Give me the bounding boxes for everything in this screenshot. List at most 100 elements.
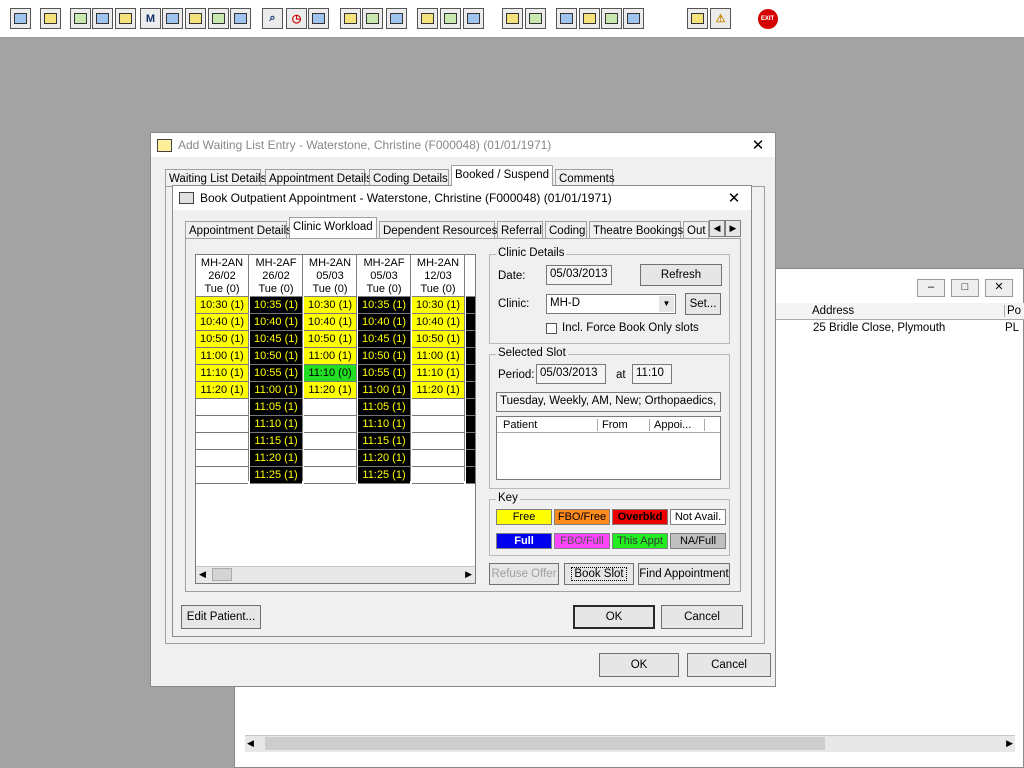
slot-cell[interactable]: 1 — [466, 331, 475, 348]
slot-cell[interactable]: 10:45 (1) — [358, 331, 410, 348]
bg-horizontal-scrollbar[interactable]: ◀ ▶ — [245, 735, 1015, 752]
slot-cell[interactable]: 10:30 (1) — [304, 297, 356, 314]
slot-cell[interactable]: 11:00 (1) — [304, 348, 356, 365]
exit-icon[interactable]: EXIT — [757, 8, 778, 29]
scroll-right-icon[interactable]: ▶ — [465, 569, 472, 580]
column-header[interactable]: MH-2AF 05/03 Tue (0) — [358, 255, 410, 297]
slot-cell[interactable] — [412, 450, 464, 467]
bar-chart-icon[interactable] — [525, 8, 546, 29]
column-header-po[interactable]: Po — [1004, 305, 1021, 317]
column-header-patient[interactable]: Patient — [503, 419, 537, 431]
slot-cell[interactable] — [304, 416, 356, 433]
tab-scroll-left-icon[interactable]: ◀ — [709, 220, 725, 237]
slot-cell[interactable]: 10:40 (1) — [304, 314, 356, 331]
column-header-from[interactable]: From — [597, 419, 628, 431]
slot-description-field[interactable]: Tuesday, Weekly, AM, New; Orthopaedics, … — [496, 392, 721, 412]
search-icon[interactable]: ⌕ — [262, 8, 283, 29]
bed-icon[interactable] — [440, 8, 461, 29]
slot-cell[interactable]: 11:20 (1) — [250, 450, 302, 467]
notepad-icon[interactable] — [417, 8, 438, 29]
slot-cell[interactable]: 1 — [466, 382, 475, 399]
tab-appointment-details[interactable]: Appointment Details — [185, 221, 292, 239]
slot-cell[interactable]: 10:30 (1) — [412, 297, 464, 314]
slot-cell[interactable] — [304, 450, 356, 467]
slot-cell[interactable]: 11:25 (1) — [358, 467, 410, 484]
clinic-select[interactable]: MH-D ▼ — [546, 294, 676, 314]
grid-horizontal-scrollbar[interactable]: ◀ ▶ — [196, 566, 475, 583]
tab-clinic-workload[interactable]: Clinic Workload — [289, 217, 377, 238]
waiting-list-icon[interactable] — [92, 8, 113, 29]
slot-cell[interactable]: 10:35 (1) — [250, 297, 302, 314]
maximize-icon[interactable]: □ — [951, 279, 979, 297]
outer-ok-button[interactable]: OK — [599, 653, 679, 677]
slot-cell[interactable]: 1 — [466, 365, 475, 382]
close-icon[interactable]: ✕ — [985, 279, 1013, 297]
slot-cell[interactable]: 11:15 (1) — [358, 433, 410, 450]
monitor-icon[interactable] — [308, 8, 329, 29]
slot-cell[interactable] — [196, 450, 248, 467]
column-header[interactable]: MH-2AN 12/03 Tue (0) — [412, 255, 464, 297]
column-header-appointment[interactable]: Appoi... — [649, 419, 705, 431]
slot-cell[interactable]: 11:20 (1) — [304, 382, 356, 399]
clock-icon[interactable]: ◷ — [286, 8, 307, 29]
tab-referral[interactable]: Referral — [497, 221, 543, 239]
folder-chart-icon[interactable] — [362, 8, 383, 29]
slot-cell[interactable]: 10:35 (1) — [358, 297, 410, 314]
set-button[interactable]: Set... — [685, 293, 721, 315]
slot-cell[interactable] — [304, 467, 356, 484]
slot-cell[interactable]: 1 — [466, 416, 475, 433]
force-book-checkbox[interactable] — [546, 323, 557, 334]
slot-cell[interactable] — [412, 467, 464, 484]
slot-patient-list[interactable]: Patient From Appoi... — [496, 416, 721, 480]
slot-cell[interactable] — [412, 433, 464, 450]
slot-cell[interactable]: 10:30 (1) — [196, 297, 248, 314]
slot-cell[interactable]: 11:10 (1) — [196, 365, 248, 382]
slot-cell[interactable]: 11:05 (1) — [358, 399, 410, 416]
transfer-icon[interactable] — [208, 8, 229, 29]
slot-cell[interactable]: 11:00 (1) — [358, 382, 410, 399]
slot-cell[interactable]: 1 — [466, 399, 475, 416]
chart-icon[interactable] — [340, 8, 361, 29]
slot-cell[interactable]: 10:50 (1) — [250, 348, 302, 365]
slot-cell[interactable]: 10:50 (1) — [358, 348, 410, 365]
scroll-left-icon[interactable]: ◀ — [247, 738, 254, 749]
slot-cell[interactable]: 11:05 (1) — [250, 399, 302, 416]
edit-icon[interactable] — [185, 8, 206, 29]
ambulance-icon[interactable] — [463, 8, 484, 29]
scroll-left-icon[interactable]: ◀ — [199, 569, 206, 580]
tab-coding[interactable]: Coding — [545, 221, 587, 239]
slot-cell[interactable]: 11:00 (1) — [412, 348, 464, 365]
slot-cell[interactable]: 1 — [466, 433, 475, 450]
slot-cell[interactable]: 11:25 (1) — [250, 467, 302, 484]
transfer-out-icon[interactable] — [230, 8, 251, 29]
notes-icon[interactable] — [70, 8, 91, 29]
slot-cell[interactable] — [304, 399, 356, 416]
slot-cell[interactable]: 11:10 (0) — [304, 365, 356, 382]
close-icon[interactable]: ✕ — [749, 136, 767, 154]
swap-icon[interactable] — [687, 8, 708, 29]
patient-icon[interactable] — [10, 8, 31, 29]
speedometer-icon[interactable] — [386, 8, 407, 29]
letter-icon[interactable] — [115, 8, 136, 29]
slot-cell[interactable]: 10:50 (1) — [196, 331, 248, 348]
slot-cell[interactable]: 10:50 (1) — [412, 331, 464, 348]
slot-cell[interactable]: 1 — [466, 467, 475, 484]
inbox-icon[interactable] — [579, 8, 600, 29]
slot-cell[interactable]: 10:45 (1) — [250, 331, 302, 348]
slot-cell[interactable] — [196, 399, 248, 416]
tab-theatre-bookings[interactable]: Theatre Bookings — [589, 221, 683, 239]
slot-cell[interactable]: 11:20 (1) — [412, 382, 464, 399]
date-field[interactable]: 05/03/2013 — [546, 265, 612, 285]
column-header-address[interactable]: Address — [812, 305, 854, 317]
scroll-right-icon[interactable]: ▶ — [1006, 738, 1013, 749]
slot-cell[interactable]: 11:15 (1) — [250, 433, 302, 450]
slot-cell[interactable]: 11:20 (1) — [358, 450, 410, 467]
tab-dependent-resources[interactable]: Dependent Resources — [379, 221, 497, 239]
slot-cell[interactable]: 11:00 (1) — [196, 348, 248, 365]
print-icon[interactable] — [40, 8, 61, 29]
column-header[interactable]: MH-2AF 26/02 Tue (0) — [250, 255, 302, 297]
m-icon[interactable]: M — [140, 8, 161, 29]
slot-cell[interactable] — [412, 416, 464, 433]
refuse-offer-button[interactable]: Refuse Offer — [489, 563, 559, 585]
minimize-icon[interactable]: – — [917, 279, 945, 297]
